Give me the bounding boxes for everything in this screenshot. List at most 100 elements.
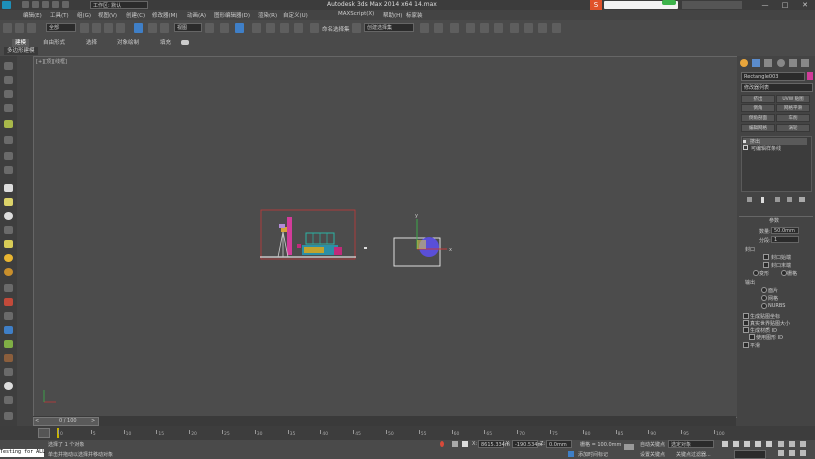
percent-snap-icon[interactable]: [280, 23, 289, 33]
schematic-view-icon[interactable]: [480, 23, 489, 33]
cap-end-checkbox[interactable]: [763, 262, 769, 268]
tool-icon-10[interactable]: [4, 198, 13, 206]
stack-item-extrude[interactable]: 挤出: [743, 138, 807, 145]
tool-icon-24[interactable]: [4, 396, 13, 404]
maximize-button[interactable]: □: [778, 0, 792, 10]
menu-group[interactable]: 组(G): [77, 11, 91, 19]
use-shape-ids-checkbox[interactable]: [749, 334, 755, 340]
object-color-swatch[interactable]: [807, 72, 813, 80]
graphite-icon[interactable]: [450, 23, 459, 33]
tool-icon-18[interactable]: [4, 312, 13, 320]
menu-customize-2[interactable]: MAXScript(X): [338, 11, 374, 17]
time-slider[interactable]: 0 / 100 < >: [33, 416, 736, 426]
mod-extrude-button[interactable]: 挤出: [741, 95, 775, 103]
smooth-checkbox[interactable]: [743, 342, 749, 348]
select-object-icon[interactable]: [80, 23, 89, 33]
spinner-snap-icon[interactable]: [294, 23, 303, 33]
render-iterative-icon[interactable]: [552, 23, 561, 33]
stack-expand-icon[interactable]: [743, 145, 748, 150]
sub-polygon-modeling[interactable]: 多边形建模: [4, 47, 38, 55]
tool-icon-17[interactable]: [4, 298, 13, 306]
new-file-icon[interactable]: [22, 1, 29, 8]
mod-turbosmooth-button[interactable]: 涡轮: [776, 124, 810, 132]
tool-icon-6[interactable]: [4, 136, 13, 144]
link-icon[interactable]: [27, 23, 36, 33]
time-tag-icon[interactable]: [568, 451, 574, 457]
app-logo-icon[interactable]: [2, 1, 11, 9]
tool-icon-2[interactable]: [4, 76, 13, 84]
lock-selection-icon[interactable]: [452, 441, 458, 447]
menu-modifiers[interactable]: 修改器(M): [152, 11, 178, 19]
amount-input[interactable]: 50.0mm: [771, 227, 799, 234]
close-button[interactable]: ✕: [798, 0, 812, 10]
move-icon[interactable]: [134, 23, 143, 33]
tool-icon-4[interactable]: [4, 104, 13, 112]
tab-populate[interactable]: 填充: [157, 39, 174, 47]
redo-tool-icon[interactable]: [15, 23, 24, 33]
params-title[interactable]: 参数: [769, 217, 779, 224]
tool-icon-22[interactable]: [4, 368, 13, 376]
menu-plugin[interactable]: 标家装: [406, 11, 423, 19]
utilities-tab-icon[interactable]: [801, 59, 809, 67]
tab-modeling[interactable]: 建模: [12, 39, 30, 47]
mod-meshsmooth-button[interactable]: 网格平滑: [776, 104, 810, 112]
mesh-radio[interactable]: [761, 295, 767, 301]
gen-map-checkbox[interactable]: [743, 313, 749, 319]
real-world-checkbox[interactable]: [743, 320, 749, 326]
menu-animation[interactable]: 动画(A): [187, 11, 206, 19]
mirror-icon[interactable]: [352, 23, 361, 33]
mod-bevel-profile-button[interactable]: 倒角剖面: [741, 114, 775, 122]
stack-bulb-icon[interactable]: [743, 140, 746, 143]
rect-region-icon[interactable]: [104, 23, 113, 33]
curve-editor-icon[interactable]: [466, 23, 475, 33]
configure-sets-icon[interactable]: [799, 197, 805, 202]
menu-customize[interactable]: 自定义(U): [283, 11, 308, 19]
menu-edit[interactable]: 编辑(E): [23, 11, 42, 19]
modifier-list-select[interactable]: 修改器列表: [741, 83, 813, 92]
tab-selection[interactable]: 选择: [83, 39, 100, 47]
keyboard-shortcut-icon[interactable]: [235, 23, 244, 33]
help-toolbar[interactable]: [682, 1, 742, 9]
tool-icon-15[interactable]: [4, 268, 13, 276]
menu-views[interactable]: 视图(V): [98, 11, 117, 19]
frame-spinner[interactable]: [734, 450, 766, 459]
tool-icon-23[interactable]: [4, 382, 13, 390]
rotate-icon[interactable]: [148, 23, 157, 33]
isolate-icon[interactable]: [440, 441, 444, 447]
patch-radio[interactable]: [761, 287, 767, 293]
menu-help[interactable]: 帮助(H): [383, 11, 402, 19]
mod-edit-mesh-button[interactable]: 编辑网格: [741, 124, 775, 132]
motion-tab-icon[interactable]: [777, 59, 785, 67]
ref-coord-select[interactable]: 视图: [174, 23, 202, 32]
tool-icon-8[interactable]: [4, 166, 13, 174]
layer-manager-icon[interactable]: [434, 23, 443, 33]
menu-tools[interactable]: 工具(T): [50, 11, 69, 19]
select-manipulate-icon[interactable]: [220, 23, 229, 33]
zoom-icon[interactable]: [778, 441, 784, 447]
mod-lathe-button[interactable]: 车削: [776, 114, 810, 122]
tool-icon-16[interactable]: [4, 284, 13, 292]
make-unique-icon[interactable]: [775, 197, 780, 202]
x-coord-field[interactable]: 8615.334m: [478, 440, 510, 448]
goto-start-icon[interactable]: [722, 441, 728, 447]
absolute-mode-icon[interactable]: [462, 441, 468, 447]
named-selection-select[interactable]: 创建选择集: [364, 23, 414, 32]
tool-icon-21[interactable]: [4, 354, 13, 362]
gen-matid-checkbox[interactable]: [743, 327, 749, 333]
z-coord-field[interactable]: 0.0mm: [546, 440, 572, 448]
undo-tool-icon[interactable]: [3, 23, 12, 33]
workspace-select[interactable]: 工作区: 默认: [90, 1, 148, 9]
snap-toggle-icon[interactable]: [252, 23, 261, 33]
goto-end-icon[interactable]: [766, 441, 772, 447]
edit-named-sel-icon[interactable]: [310, 23, 319, 33]
display-tab-icon[interactable]: [789, 59, 797, 67]
object-name-field[interactable]: Rectangle003: [741, 72, 805, 81]
tool-icon-9[interactable]: [4, 184, 13, 192]
tool-icon-19[interactable]: [4, 326, 13, 334]
tool-icon-1[interactable]: [4, 62, 13, 70]
y-coord-field[interactable]: -190.534m: [512, 440, 542, 448]
tool-icon-20[interactable]: [4, 340, 13, 348]
minimize-button[interactable]: —: [758, 0, 772, 10]
next-frame-icon[interactable]: [755, 441, 761, 447]
tab-object-paint[interactable]: 对象绘制: [114, 39, 142, 47]
